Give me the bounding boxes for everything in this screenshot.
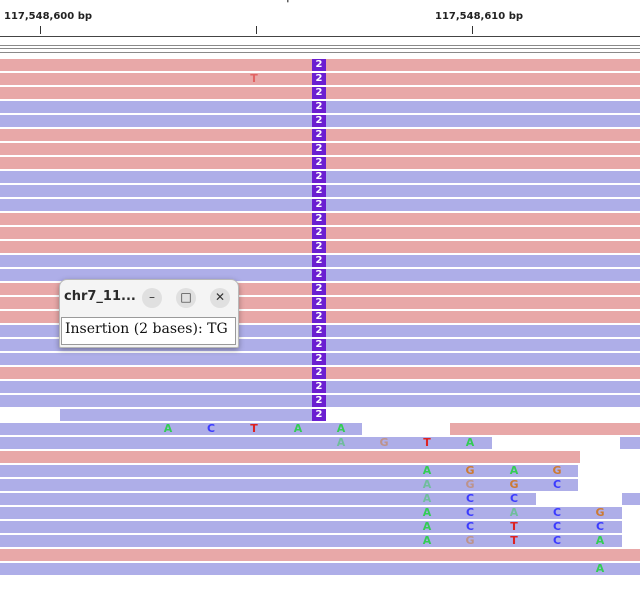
insertion-marker[interactable]: 2 (312, 87, 326, 99)
close-icon[interactable]: ✕ (210, 288, 230, 308)
insertion-marker[interactable]: 2 (312, 353, 326, 365)
mismatch-base: T (250, 422, 258, 435)
mismatch-base: A (422, 492, 432, 505)
mismatch-base: G (465, 478, 475, 491)
read-row[interactable] (0, 549, 640, 561)
mismatch-base: G (595, 506, 605, 519)
insertion-marker[interactable]: 2 (312, 367, 326, 379)
mismatch-base: A (422, 478, 432, 491)
mismatch-base: G (465, 464, 475, 477)
read-segment[interactable] (450, 423, 640, 435)
insertion-popup-window[interactable]: chr7_11... – □ ✕ Insertion (2 bases): TG (59, 279, 239, 348)
mismatch-base: C (465, 506, 475, 519)
read-segment[interactable] (622, 493, 640, 505)
mismatch-base: A (595, 562, 605, 575)
mismatch-base: A (336, 422, 346, 435)
mismatch-base: A (163, 422, 173, 435)
insertion-marker[interactable]: 2 (312, 339, 326, 351)
insertion-marker[interactable]: 2 (312, 199, 326, 211)
mismatch-base: C (552, 478, 562, 491)
mismatch-base: C (552, 534, 562, 547)
insertion-marker[interactable]: 2 (312, 213, 326, 225)
insertion-marker[interactable]: 2 (312, 297, 326, 309)
popup-body: Insertion (2 bases): TG (61, 317, 236, 345)
insertion-marker[interactable]: 2 (312, 185, 326, 197)
read-segment[interactable] (620, 437, 640, 449)
mismatch-base: C (552, 506, 562, 519)
insertion-marker[interactable]: 2 (312, 381, 326, 393)
insertion-marker[interactable]: 2 (312, 171, 326, 183)
insertion-marker[interactable]: 2 (312, 395, 326, 407)
insertion-marker[interactable]: 2 (312, 227, 326, 239)
mismatch-base: T (250, 72, 258, 85)
mismatch-base: C (509, 492, 519, 505)
mismatch-base: G (552, 464, 562, 477)
mismatch-base: G (509, 478, 519, 491)
mismatch-base: T (510, 534, 518, 547)
mismatch-base: A (509, 464, 519, 477)
read-row[interactable] (0, 493, 536, 505)
mismatch-base: A (595, 534, 605, 547)
mismatch-base: A (422, 464, 432, 477)
mismatch-base: A (422, 506, 432, 519)
mismatch-base: C (206, 422, 216, 435)
read-row[interactable] (0, 465, 578, 477)
mismatch-base: A (422, 534, 432, 547)
insertion-marker[interactable]: 2 (312, 73, 326, 85)
insertion-marker[interactable]: 2 (312, 269, 326, 281)
insertion-marker[interactable]: 2 (312, 115, 326, 127)
mismatch-base: T (510, 520, 518, 533)
insertion-marker[interactable]: 2 (312, 59, 326, 71)
insertion-marker[interactable]: 2 (312, 129, 326, 141)
read-row[interactable] (0, 479, 578, 491)
insertion-marker[interactable]: 2 (312, 283, 326, 295)
mismatch-base: C (552, 520, 562, 533)
insertion-marker[interactable]: 2 (312, 311, 326, 323)
mismatch-base: A (293, 422, 303, 435)
read-row[interactable] (0, 507, 622, 519)
read-row[interactable] (0, 423, 362, 435)
insertion-marker[interactable]: 2 (312, 255, 326, 267)
read-row[interactable] (0, 521, 622, 533)
mismatch-base: A (509, 506, 519, 519)
insertion-marker[interactable]: 2 (312, 143, 326, 155)
read-row[interactable] (0, 451, 580, 463)
insertion-marker[interactable]: 2 (312, 241, 326, 253)
insertion-marker[interactable]: 2 (312, 157, 326, 169)
popup-title: chr7_11... (64, 289, 136, 304)
mismatch-base: G (465, 534, 475, 547)
read-row[interactable] (60, 409, 326, 421)
mismatch-base: A (465, 436, 475, 449)
mismatch-base: A (422, 520, 432, 533)
mismatch-base: C (465, 520, 475, 533)
read-row[interactable] (0, 563, 640, 575)
insertion-marker[interactable]: 2 (312, 101, 326, 113)
read-row[interactable] (0, 535, 622, 547)
mismatch-base: C (595, 520, 605, 533)
mismatch-base: A (336, 436, 346, 449)
insertion-marker[interactable]: 2 (312, 409, 326, 421)
mismatch-base: C (465, 492, 475, 505)
mismatch-base: T (423, 436, 431, 449)
insertion-marker[interactable]: 2 (312, 325, 326, 337)
read-segment[interactable] (0, 409, 58, 421)
popup-text: Insertion (2 bases): TG (65, 321, 228, 337)
read-row[interactable] (0, 437, 492, 449)
minimize-icon[interactable]: – (142, 288, 162, 308)
maximize-icon[interactable]: □ (176, 288, 196, 308)
mismatch-base: G (379, 436, 389, 449)
